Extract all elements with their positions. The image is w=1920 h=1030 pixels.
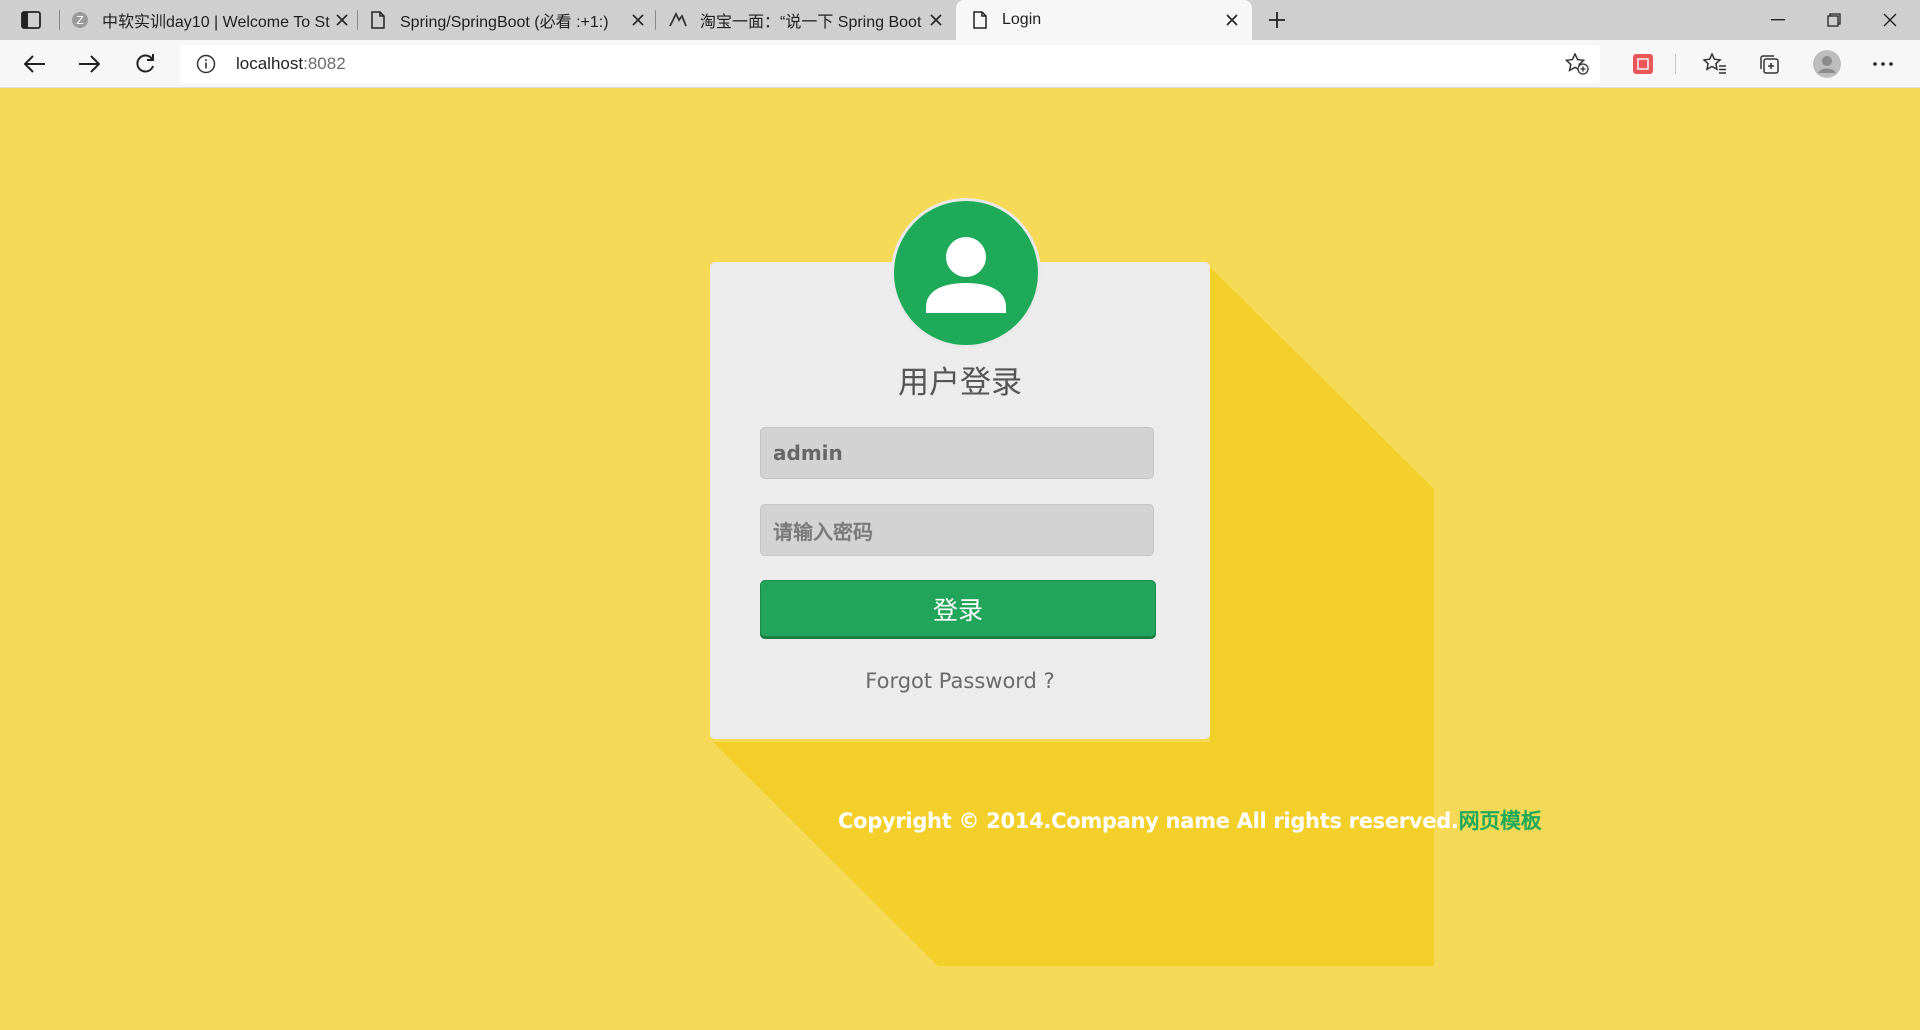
tab-spring[interactable]: Spring/SpringBoot (必看 :+1:) — [368, 0, 650, 40]
forgot-password-link[interactable]: Forgot Password ? — [710, 669, 1210, 693]
close-window-icon[interactable] — [1862, 0, 1918, 40]
forward-icon[interactable] — [72, 48, 106, 80]
tab-separator — [357, 10, 358, 30]
copyright-notice: Copyright © 2014.Company name All rights… — [838, 809, 1459, 833]
favorites-icon[interactable] — [1698, 48, 1732, 80]
site-icon: Z — [70, 10, 90, 30]
url-port: :8082 — [303, 54, 346, 73]
minimize-icon[interactable] — [1750, 0, 1806, 40]
close-icon[interactable] — [626, 8, 650, 32]
url-text: localhost:8082 — [236, 54, 346, 74]
tab-login[interactable]: Login — [956, 0, 1252, 40]
password-input[interactable]: 请输入密码 — [760, 504, 1154, 556]
svg-text:Z: Z — [76, 14, 84, 27]
new-tab-icon[interactable] — [1262, 6, 1292, 34]
browser-toolbar: localhost:8082 — [0, 40, 1920, 88]
page-icon — [970, 10, 990, 30]
login-button[interactable]: 登录 — [760, 580, 1156, 637]
tab-title: 淘宝一面：“说一下 Spring Boot — [700, 14, 922, 31]
profile-avatar-icon[interactable] — [1810, 48, 1844, 80]
back-icon[interactable] — [18, 48, 52, 80]
close-icon[interactable] — [1220, 8, 1244, 32]
toolbar-divider — [1675, 54, 1676, 74]
url-host: localhost — [236, 54, 304, 73]
tab-actions-icon[interactable] — [14, 6, 48, 34]
template-link[interactable]: 网页模板 — [1459, 809, 1542, 833]
password-placeholder: 请输入密码 — [773, 519, 873, 544]
close-icon[interactable] — [924, 8, 948, 32]
tab-zhongruan[interactable]: Z 中软实训day10 | Welcome To Stu — [70, 0, 354, 40]
address-bar[interactable]: localhost:8082 — [180, 45, 1600, 83]
copyright-text: Copyright © 2014.Company name All rights… — [838, 805, 1542, 835]
browser-tab-bar: Z 中软实训day10 | Welcome To Stu Spring/Spri… — [0, 0, 1920, 40]
login-page: 用户登录 admin 请输入密码 登录 Forgot Password ? Co… — [0, 89, 1920, 1030]
user-avatar-icon — [891, 198, 1041, 348]
page-icon — [368, 10, 388, 30]
tab-taobao[interactable]: 淘宝一面：“说一下 Spring Boot — [668, 0, 948, 40]
add-favorite-icon[interactable] — [1564, 52, 1590, 76]
tab-title: Login — [1002, 11, 1042, 28]
collections-icon[interactable] — [1752, 48, 1786, 80]
tab-separator — [59, 10, 60, 30]
extension-icon[interactable] — [1626, 48, 1660, 80]
tab-title: Spring/SpringBoot (必看 :+1:) — [400, 14, 609, 31]
username-value: admin — [773, 441, 843, 465]
more-menu-icon[interactable] — [1866, 48, 1900, 80]
refresh-icon[interactable] — [128, 48, 162, 80]
tab-separator — [655, 10, 656, 30]
restore-icon[interactable] — [1806, 0, 1862, 40]
login-title: 用户登录 — [898, 365, 1022, 401]
username-input[interactable]: admin — [760, 427, 1154, 479]
info-icon[interactable] — [194, 52, 218, 76]
site-icon — [668, 10, 688, 30]
tab-title: 中软实训day10 | Welcome To Stu — [102, 14, 330, 31]
close-icon[interactable] — [330, 8, 354, 32]
